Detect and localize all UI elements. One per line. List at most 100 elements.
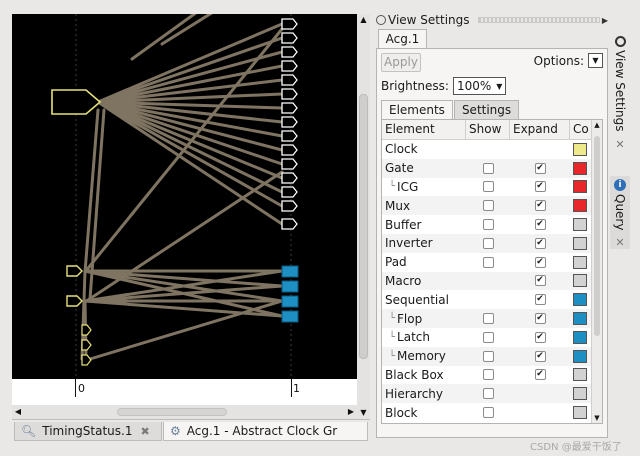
color-swatch[interactable] — [573, 180, 587, 194]
show-checkbox[interactable] — [482, 313, 494, 325]
expand-checkbox[interactable]: ✔ — [534, 181, 546, 193]
canvas-horizontal-scrollbar[interactable]: ◀ ▶ — [12, 405, 357, 419]
color-swatch[interactable] — [573, 255, 587, 269]
side-tab-query[interactable]: i Query ✕ — [610, 176, 630, 250]
color-swatch[interactable] — [573, 293, 587, 307]
table-row[interactable]: └ Memory ✔ — [382, 346, 592, 366]
show-checkbox[interactable] — [482, 388, 494, 400]
color-swatch[interactable] — [573, 330, 587, 344]
tab-acg-settings[interactable]: Acg.1 — [378, 29, 427, 49]
tab-acg[interactable]: ⚙︎ Acg.1 - Abstract Clock Gr — [163, 422, 368, 441]
close-icon[interactable]: ✕ — [615, 236, 624, 249]
color-swatch[interactable] — [573, 161, 587, 175]
sink-cell[interactable] — [281, 144, 298, 156]
tab-elements[interactable]: Elements — [381, 100, 453, 119]
expand-checkbox[interactable]: ✔ — [534, 237, 546, 249]
column-header-expand[interactable]: Expand — [510, 120, 570, 140]
sink-cell[interactable] — [281, 116, 298, 128]
sink-cell[interactable] — [281, 60, 298, 72]
expand-checkbox[interactable]: ✔ — [534, 294, 546, 306]
close-icon[interactable]: ✖ — [140, 425, 149, 438]
color-swatch[interactable] — [573, 368, 587, 382]
expand-checkbox[interactable]: ✔ — [534, 219, 546, 231]
sink-cell[interactable] — [281, 200, 298, 212]
column-header-show[interactable]: Show — [466, 120, 510, 140]
schematic-canvas[interactable] — [12, 14, 357, 379]
sink-cell[interactable] — [281, 130, 298, 142]
show-checkbox[interactable] — [482, 237, 494, 249]
canvas-vscroll-thumb[interactable] — [359, 94, 368, 359]
expand-checkbox[interactable]: ✔ — [534, 331, 546, 343]
scroll-down-icon[interactable]: ▼ — [592, 414, 602, 422]
table-vertical-scrollbar[interactable]: ▲ ▼ — [591, 120, 602, 423]
sink-cell[interactable] — [281, 102, 298, 114]
table-row[interactable]: Inverter ✔ — [382, 233, 592, 253]
show-checkbox[interactable] — [482, 256, 494, 268]
sink-cell[interactable] — [281, 18, 298, 30]
pin-icon[interactable] — [376, 15, 386, 25]
flop-icon[interactable] — [281, 280, 299, 293]
show-checkbox[interactable] — [482, 331, 494, 343]
color-swatch[interactable] — [573, 274, 587, 288]
clock-graph-schematic[interactable] — [12, 14, 357, 379]
column-header-element[interactable]: Element — [382, 120, 466, 140]
sink-cell[interactable] — [281, 158, 298, 170]
sink-cell[interactable] — [281, 218, 298, 230]
expand-checkbox[interactable]: ✔ — [534, 256, 546, 268]
table-row[interactable]: Hierarchy — [382, 384, 592, 404]
table-row[interactable]: Gate ✔ — [382, 158, 592, 178]
column-header-color[interactable]: Co — [570, 120, 592, 140]
clock-buffer-icon[interactable] — [66, 295, 83, 307]
canvas-hscroll-thumb[interactable] — [117, 408, 227, 416]
table-row[interactable]: Macro ✔ — [382, 271, 592, 291]
scroll-right-icon[interactable]: ▶ — [345, 405, 357, 419]
drag-grip[interactable] — [477, 17, 600, 23]
table-row[interactable]: └ ICG ✔ — [382, 178, 592, 197]
brightness-select[interactable]: 100% ▼ — [452, 77, 507, 95]
sink-cell[interactable] — [281, 74, 298, 86]
table-row[interactable]: Buffer ✔ — [382, 215, 592, 234]
sink-cell[interactable] — [281, 32, 298, 44]
color-swatch[interactable] — [573, 236, 587, 250]
gate-icon[interactable] — [81, 339, 92, 351]
color-swatch[interactable] — [573, 406, 587, 420]
scroll-up-icon[interactable]: ▲ — [592, 121, 602, 129]
clock-buffer-icon[interactable] — [51, 89, 102, 115]
table-row[interactable]: Sequential ✔ — [382, 290, 592, 309]
expand-checkbox[interactable]: ✔ — [534, 369, 546, 381]
color-swatch[interactable] — [573, 312, 587, 326]
table-row[interactable]: Clock — [382, 140, 592, 159]
sink-cell[interactable] — [281, 186, 298, 198]
sink-cell[interactable] — [281, 88, 298, 100]
expand-checkbox[interactable]: ✔ — [534, 350, 546, 362]
sink-cell[interactable] — [281, 46, 298, 58]
panel-menu-icon[interactable]: ▶ — [602, 16, 608, 25]
flop-icon[interactable] — [281, 295, 299, 308]
expand-checkbox[interactable]: ✔ — [534, 275, 546, 287]
color-swatch[interactable] — [573, 349, 587, 363]
table-row[interactable]: Block — [382, 403, 592, 422]
scroll-up-icon[interactable]: ▲ — [357, 14, 370, 26]
table-row[interactable]: Pad ✔ — [382, 253, 592, 272]
flop-icon[interactable] — [281, 265, 299, 278]
show-checkbox[interactable] — [482, 369, 494, 381]
clock-buffer-icon[interactable] — [66, 265, 83, 277]
show-checkbox[interactable] — [482, 162, 494, 174]
table-row[interactable]: └ Latch ✔ — [382, 328, 592, 347]
tab-settings[interactable]: Settings — [453, 100, 520, 119]
side-tab-view-settings[interactable]: View Settings ✕ — [610, 36, 630, 151]
table-row[interactable]: Mux ✔ — [382, 196, 592, 216]
gate-icon[interactable] — [81, 354, 92, 366]
table-row[interactable]: └ Flop ✔ — [382, 309, 592, 328]
tab-timing-status[interactable]: 🔍︎ TimingStatus.1 ✖ — [14, 422, 162, 441]
color-swatch[interactable] — [573, 199, 587, 213]
expand-checkbox[interactable]: ✔ — [534, 313, 546, 325]
close-icon[interactable]: ✕ — [615, 138, 624, 151]
gate-icon[interactable] — [81, 324, 92, 336]
show-checkbox[interactable] — [482, 407, 494, 419]
show-checkbox[interactable] — [482, 350, 494, 362]
expand-checkbox[interactable]: ✔ — [534, 200, 546, 212]
color-swatch[interactable] — [573, 387, 587, 401]
canvas-vertical-scrollbar[interactable]: ▲ ▼ — [357, 14, 370, 419]
scroll-down-icon[interactable]: ▼ — [357, 407, 370, 419]
